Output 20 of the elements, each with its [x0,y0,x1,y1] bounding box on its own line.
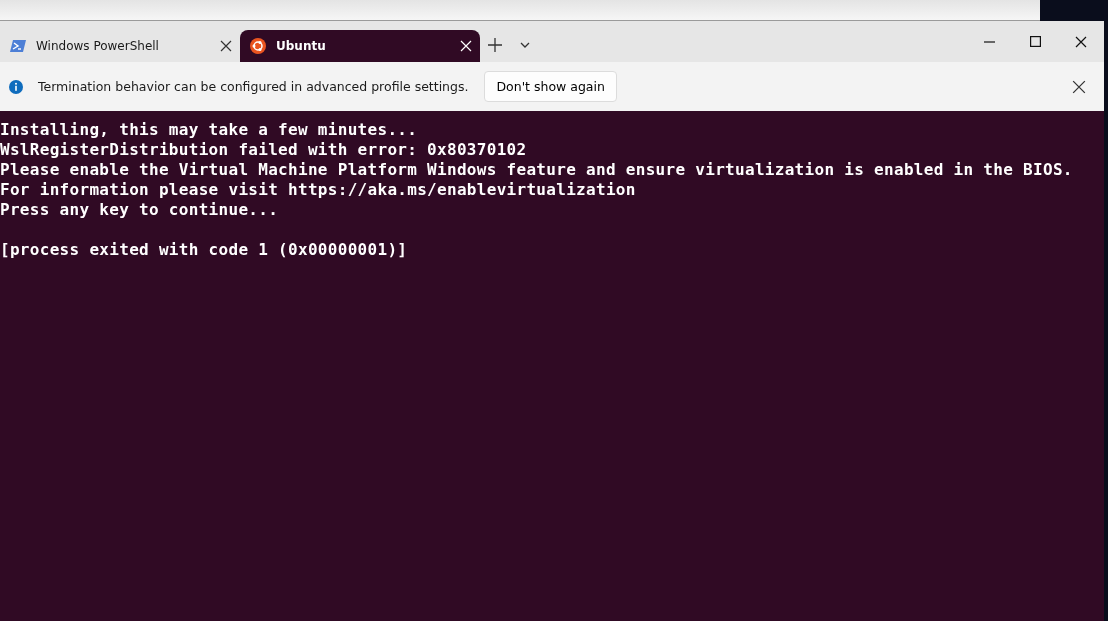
terminal-line: Installing, this may take a few minutes... [0,120,418,140]
terminal-line: [process exited with code 1 (0x00000001)] [0,240,408,260]
ubuntu-icon [250,38,266,54]
dont-show-again-button[interactable]: Don't show again [484,71,617,102]
terminal-line: For information please visit https://aka.ms/enablevirtualization [0,180,636,200]
maximize-icon[interactable] [1029,36,1041,47]
info-icon [8,78,24,95]
terminal-line: Press any key to continue... [0,200,279,220]
info-message: Termination behavior can be configured in advanced profile settings. [38,79,469,94]
close-icon[interactable] [1072,79,1086,94]
powershell-icon [10,39,26,53]
plus-icon[interactable] [488,38,502,52]
terminal-line: Please enable the Virtual Machine Platform Windows feature and ensure virtualization is enabled in the BIOS. [0,160,1073,180]
tab[interactable]: Ubuntu [240,30,480,62]
close-icon[interactable] [220,40,232,52]
minimize-icon[interactable] [983,40,995,43]
chevron-down-icon[interactable] [520,42,530,48]
close-icon[interactable] [1075,35,1087,48]
terminal-line: WslRegisterDistribution failed with error: 0x80370102 [0,140,527,160]
tab[interactable]: Windows PowerShell [0,30,240,62]
